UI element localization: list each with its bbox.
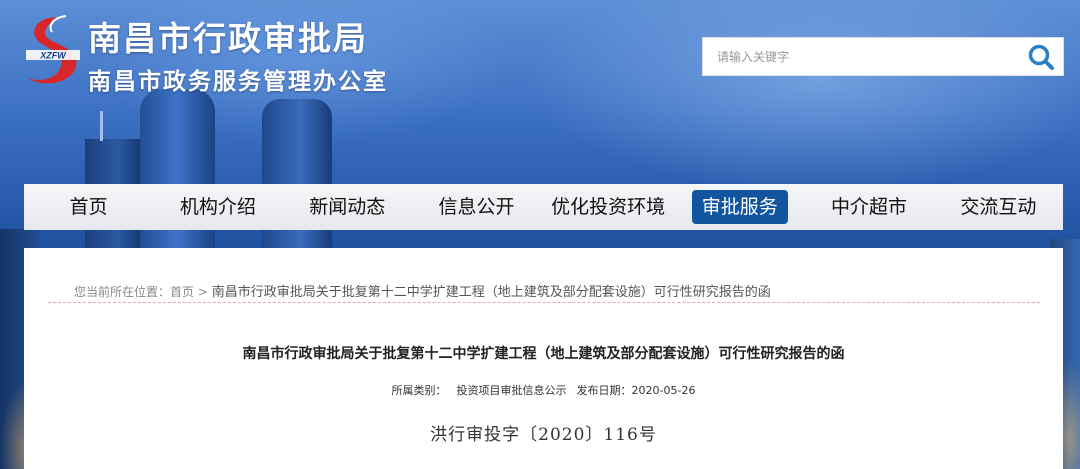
content-panel: 您当前所在位置：首页 > 南昌市行政审批局关于批复第十二中学扩建工程（地上建筑及…: [24, 248, 1063, 469]
nav-item-label: 新闻动态: [309, 196, 386, 218]
nav-item-7[interactable]: 交流互动: [934, 184, 1063, 230]
nav-item-6[interactable]: 中介超市: [804, 184, 933, 230]
category-value: 投资项目审批信息公示: [456, 384, 567, 397]
date-label: 发布日期：: [576, 384, 632, 397]
nav-item-0[interactable]: 首页: [24, 184, 153, 230]
search-box: [702, 37, 1064, 76]
nav-item-label: 交流互动: [960, 196, 1037, 218]
nav-item-3[interactable]: 信息公开: [412, 184, 541, 230]
breadcrumb-prefix: 您当前所在位置：: [74, 285, 171, 299]
nav-item-4[interactable]: 优化投资环境: [541, 184, 675, 230]
article-meta: 所属类别： 投资项目审批信息公示 发布日期：2020-05-26: [24, 382, 1063, 398]
breadcrumb-current: 南昌市行政审批局关于批复第十二中学扩建工程（地上建筑及部分配套设施）可行性研究报…: [211, 285, 771, 300]
document-number: 洪行审投字〔2020〕116号: [430, 425, 657, 445]
breadcrumb: 您当前所在位置：首页 > 南昌市行政审批局关于批复第十二中学扩建工程（地上建筑及…: [74, 281, 771, 300]
nav-item-label: 审批服务: [691, 190, 788, 224]
search-icon[interactable]: [1027, 43, 1055, 71]
date-value: 2020-05-26: [631, 384, 696, 397]
nav-item-label: 机构介绍: [179, 196, 256, 218]
main-nav: 首页 机构介绍 新闻动态 信息公开 优化投资环境 审批服务 中介超市 交流互动: [24, 184, 1063, 230]
site-subtitle: 南昌市政务服务管理办公室: [88, 69, 388, 95]
nav-item-5[interactable]: 审批服务: [675, 184, 804, 230]
site-title: 南昌市行政审批局: [88, 19, 368, 58]
nav-item-label: 信息公开: [438, 196, 515, 218]
bureau-logo-icon: XZFW: [26, 15, 80, 84]
nav-item-label: 优化投资环境: [551, 196, 666, 218]
nav-item-label: 中介超市: [831, 196, 908, 218]
nav-item-1[interactable]: 机构介绍: [153, 184, 282, 230]
breadcrumb-separator: >: [197, 285, 208, 299]
breadcrumb-home-link[interactable]: 首页: [170, 285, 194, 299]
logo-text: XZFW: [39, 51, 67, 61]
divider: [48, 302, 1040, 303]
search-input[interactable]: [703, 38, 1021, 75]
nav-item-label: 首页: [69, 196, 108, 218]
category-label: 所属类别：: [391, 384, 447, 397]
nav-item-2[interactable]: 新闻动态: [283, 184, 412, 230]
article-title: 南昌市行政审批局关于批复第十二中学扩建工程（地上建筑及部分配套设施）可行性研究报…: [242, 346, 845, 362]
